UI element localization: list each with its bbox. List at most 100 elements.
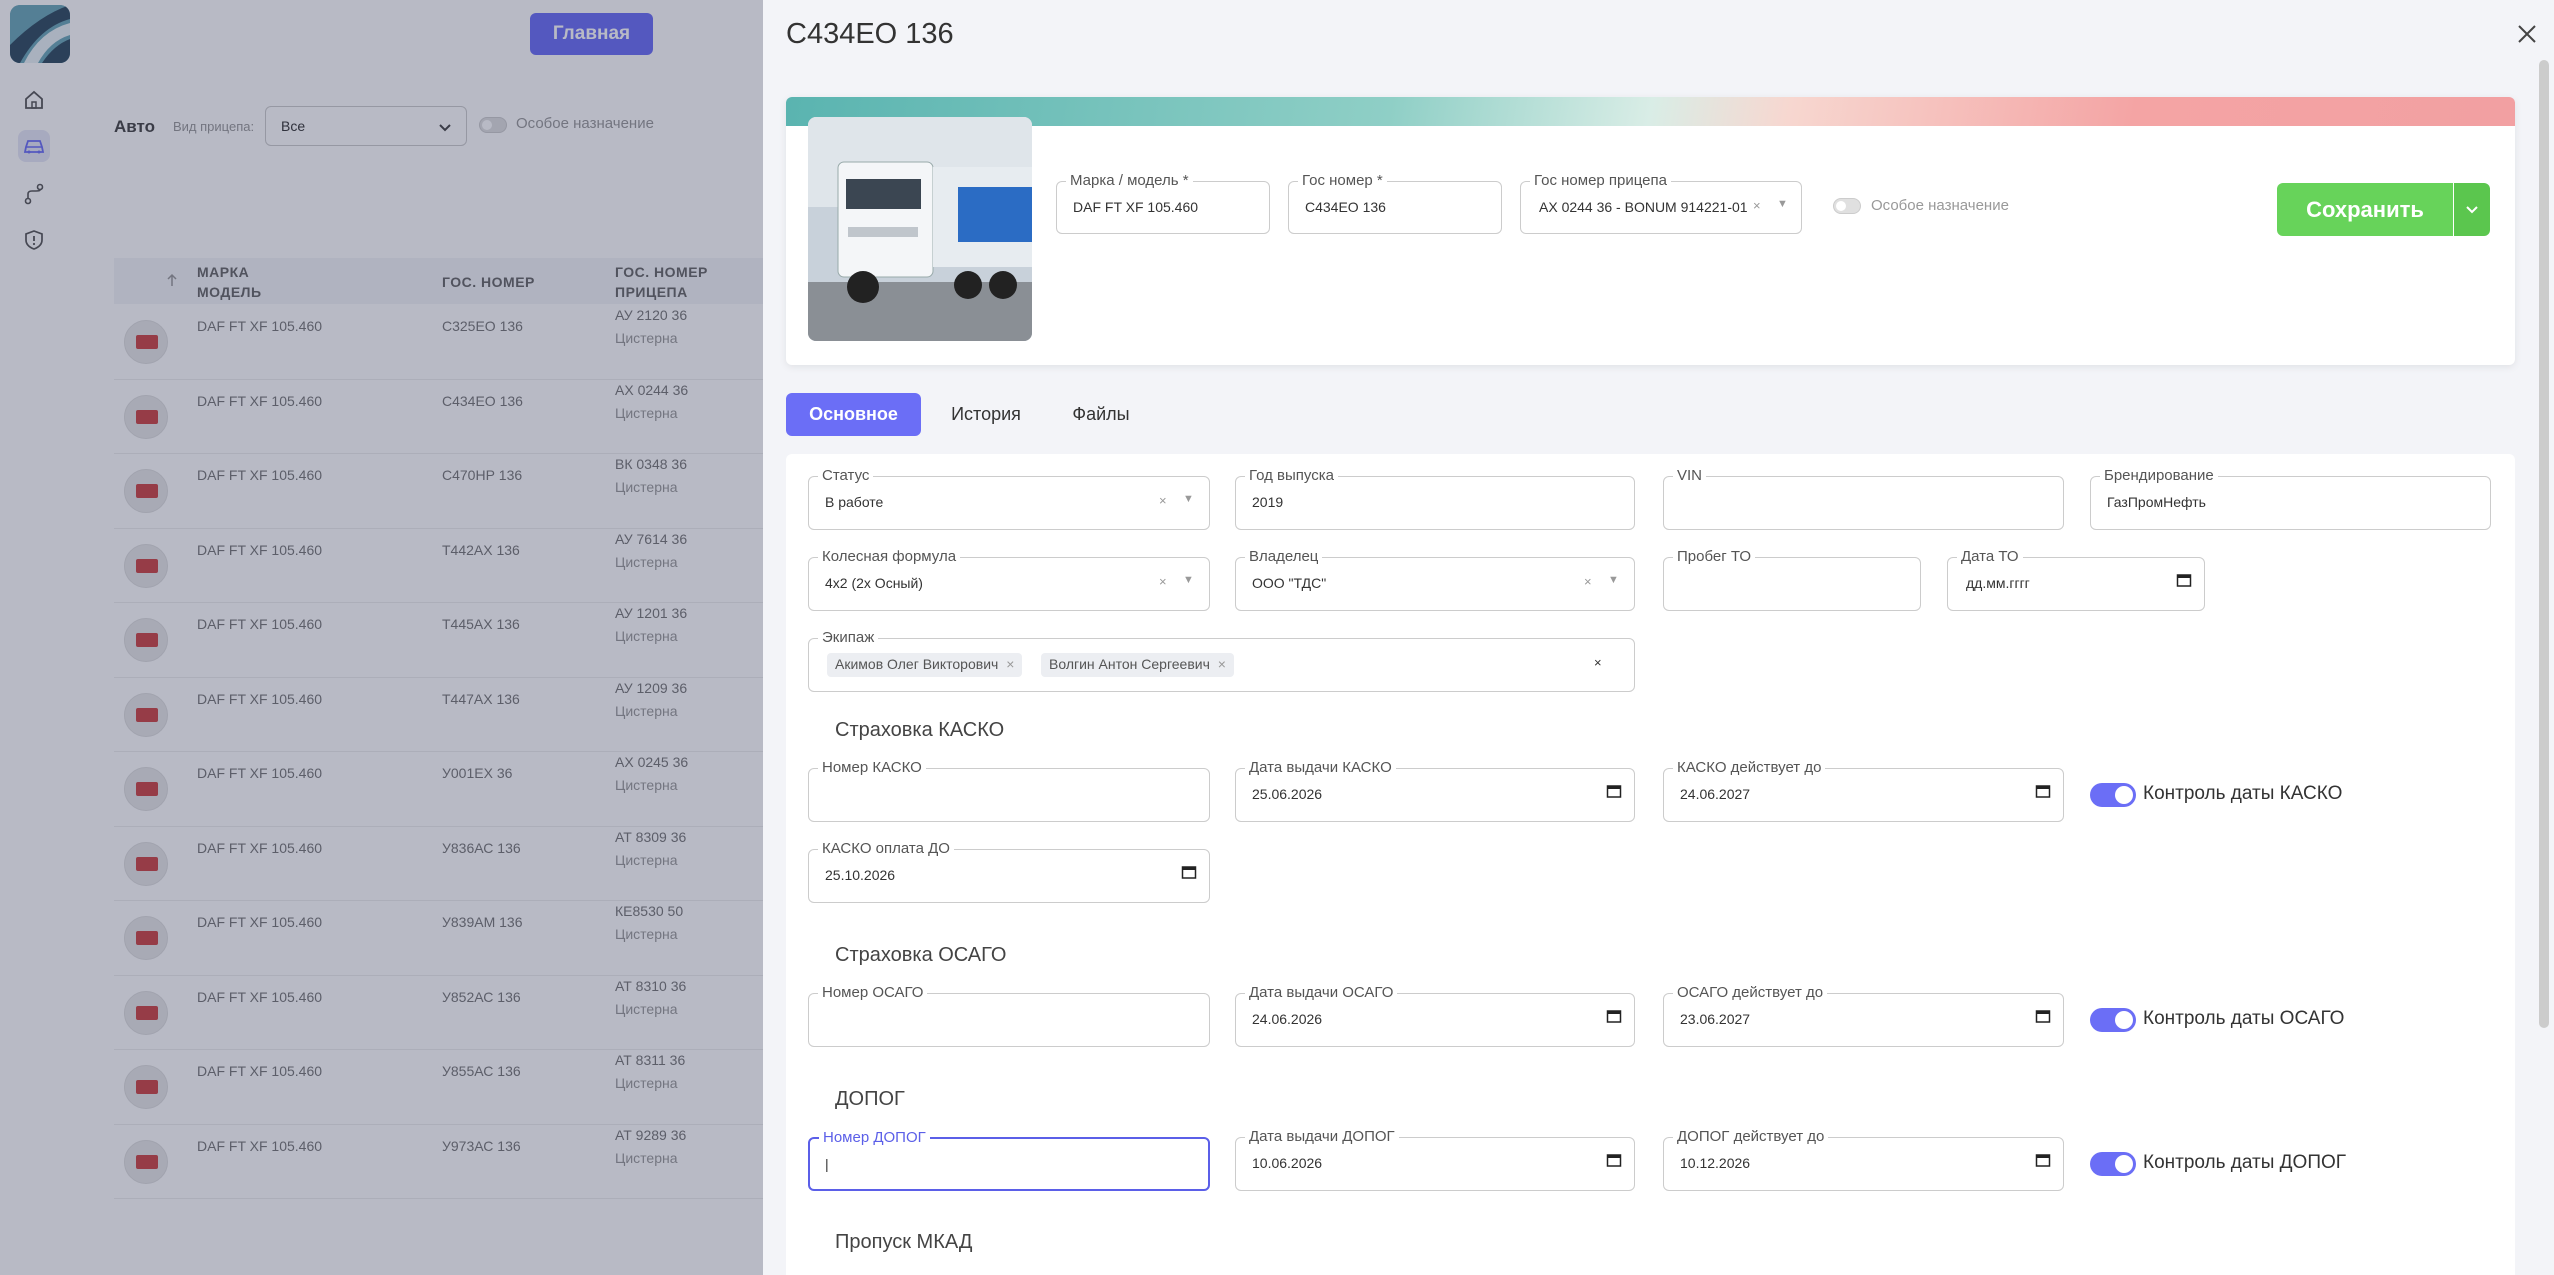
kasko-issue-date-field[interactable]: Дата выдачи КАСКО 25.06.2026 — [1235, 759, 1635, 822]
vehicle-drawer: С434ЕО 136 Марка / модель * DAF FT XF 10… — [763, 0, 2554, 1275]
kasko-section-title: Страховка КАСКО — [835, 719, 1005, 741]
crew-chip[interactable]: Акимов Олег Викторович × — [827, 653, 1023, 677]
clear-icon[interactable]: × — [1753, 198, 1761, 213]
date-to-value: дд.мм.гггг — [1966, 575, 2030, 591]
kasko-paid-until-field[interactable]: КАСКО оплата ДО 25.10.2026 — [808, 840, 1210, 903]
main-form: Статус В работе × ▼ Год выпуска 2019 VIN… — [786, 454, 2515, 1275]
remove-icon[interactable]: × — [1006, 656, 1014, 672]
save-dropdown-button[interactable] — [2454, 183, 2490, 236]
calendar-icon[interactable] — [2035, 1152, 2053, 1170]
calendar-icon[interactable] — [1181, 864, 1199, 882]
trailer-plate-select[interactable]: Гос номер прицепа АХ 0244 36 - BONUM 914… — [1520, 172, 1802, 234]
crew-select[interactable]: Экипаж Акимов Олег Викторович × Волгин А… — [808, 629, 1635, 692]
year-value: 2019 — [1252, 494, 1284, 510]
status-select[interactable]: Статус В работе × ▼ — [808, 467, 1210, 530]
remove-icon[interactable]: × — [1218, 656, 1226, 672]
crew-member-name: Акимов Олег Викторович — [835, 656, 999, 672]
wheel-formula-label: Колесная формула — [818, 548, 961, 566]
vin-label: VIN — [1673, 467, 1707, 485]
trailer-plate-label: Гос номер прицепа — [1530, 172, 1671, 190]
tab-files[interactable]: Файлы — [1051, 393, 1151, 436]
dopog-control-label: Контроль даты ДОПОГ — [2143, 1152, 2347, 1173]
plate-field[interactable]: Гос номер * С434ЕО 136 — [1288, 172, 1502, 234]
branding-field[interactable]: Брендирование ГазПромНефть — [2090, 467, 2491, 530]
year-field[interactable]: Год выпуска 2019 — [1235, 467, 1635, 530]
wheel-formula-value: 4x2 (2х Осный) — [825, 575, 923, 591]
wheel-formula-select[interactable]: Колесная формула 4x2 (2х Осный) × ▼ — [808, 548, 1210, 611]
kasko-paid-until-value: 25.10.2026 — [825, 867, 896, 883]
special-purpose-toggle-drawer[interactable] — [1833, 198, 1861, 214]
osago-valid-until-value: 23.06.2027 — [1680, 1011, 1751, 1027]
crew-member-name: Волгин Антон Сергеевич — [1049, 656, 1210, 672]
tab-main[interactable]: Основное — [786, 393, 921, 436]
osago-number-label: Номер ОСАГО — [818, 984, 928, 1002]
plate-label: Гос номер * — [1298, 172, 1387, 190]
tab-history[interactable]: История — [931, 393, 1041, 436]
owner-value: ООО "ТДС" — [1252, 575, 1327, 591]
special-purpose-label-drawer: Особое назначение — [1871, 197, 2009, 214]
plate-value: С434ЕО 136 — [1305, 199, 1386, 215]
dopog-valid-until-field[interactable]: ДОПОГ действует до 10.12.2026 — [1663, 1128, 2064, 1191]
kasko-valid-until-value: 24.06.2027 — [1680, 786, 1751, 802]
date-to-label: Дата ТО — [1957, 548, 2023, 566]
status-label: Статус — [818, 467, 874, 485]
osago-number-field[interactable]: Номер ОСАГО — [808, 984, 1210, 1047]
osago-control-toggle[interactable] — [2090, 1008, 2136, 1032]
caret-down-icon[interactable]: ▼ — [1183, 493, 1194, 505]
clear-icon[interactable]: × — [1159, 574, 1167, 589]
dopog-valid-until-value: 10.12.2026 — [1680, 1155, 1751, 1171]
date-to-field[interactable]: Дата ТО дд.мм.гггг — [1947, 548, 2205, 611]
mkad-section-title: Пропуск МКАД — [835, 1231, 973, 1253]
kasko-issue-date-label: Дата выдачи КАСКО — [1245, 759, 1396, 777]
calendar-icon[interactable] — [2035, 1008, 2053, 1026]
osago-issue-date-field[interactable]: Дата выдачи ОСАГО 24.06.2026 — [1235, 984, 1635, 1047]
kasko-number-field[interactable]: Номер КАСКО — [808, 759, 1210, 822]
dopog-issue-date-value: 10.06.2026 — [1252, 1155, 1323, 1171]
mileage-to-label: Пробег ТО — [1673, 548, 1756, 566]
dopog-issue-date-field[interactable]: Дата выдачи ДОПОГ 10.06.2026 — [1235, 1128, 1635, 1191]
osago-issue-date-value: 24.06.2026 — [1252, 1011, 1323, 1027]
brand-model-field[interactable]: Марка / модель * DAF FT XF 105.460 — [1056, 172, 1270, 234]
kasko-paid-until-label: КАСКО оплата ДО — [818, 840, 954, 858]
crew-chip[interactable]: Волгин Антон Сергеевич × — [1041, 653, 1234, 677]
calendar-icon[interactable] — [2176, 572, 2194, 590]
modal-backdrop[interactable] — [0, 0, 763, 1275]
osago-section-title: Страховка ОСАГО — [835, 944, 1007, 966]
osago-issue-date-label: Дата выдачи ОСАГО — [1245, 984, 1398, 1002]
calendar-icon[interactable] — [2035, 783, 2053, 801]
calendar-icon[interactable] — [1606, 783, 1624, 801]
drawer-title: С434ЕО 136 — [786, 18, 954, 50]
caret-down-icon[interactable]: ▼ — [1183, 574, 1194, 586]
osago-valid-until-field[interactable]: ОСАГО действует до 23.06.2027 — [1663, 984, 2064, 1047]
clear-icon[interactable]: × — [1159, 493, 1167, 508]
scrollbar[interactable] — [2539, 60, 2549, 1028]
kasko-control-toggle[interactable] — [2090, 783, 2136, 807]
caret-down-icon[interactable]: ▼ — [1777, 198, 1788, 210]
osago-control-label: Контроль даты ОСАГО — [2143, 1008, 2345, 1029]
dopog-number-field[interactable]: Номер ДОПОГ | — [808, 1129, 1210, 1191]
vin-field[interactable]: VIN — [1663, 467, 2064, 530]
mileage-to-field[interactable]: Пробег ТО — [1663, 548, 1921, 611]
clear-icon[interactable]: × — [1584, 574, 1592, 589]
trailer-plate-value: АХ 0244 36 - BONUM 914221-01 — [1539, 199, 1748, 215]
close-icon[interactable] — [2515, 22, 2539, 46]
branding-value: ГазПромНефть — [2107, 494, 2206, 510]
header-gradient-band — [786, 97, 2515, 126]
vehicle-photo[interactable] — [808, 117, 1032, 341]
kasko-control-label: Контроль даты КАСКО — [2143, 783, 2343, 804]
owner-select[interactable]: Владелец ООО "ТДС" × ▼ — [1235, 548, 1635, 611]
calendar-icon[interactable] — [1606, 1152, 1624, 1170]
brand-model-label: Марка / модель * — [1066, 172, 1193, 190]
caret-down-icon[interactable]: ▼ — [1608, 574, 1619, 586]
dopog-number-value: | — [825, 1156, 829, 1172]
status-value: В работе — [825, 494, 884, 510]
kasko-valid-until-label: КАСКО действует до — [1673, 759, 1826, 777]
save-button[interactable]: Сохранить — [2277, 183, 2453, 236]
kasko-number-label: Номер КАСКО — [818, 759, 926, 777]
dopog-control-toggle[interactable] — [2090, 1152, 2136, 1176]
dopog-valid-until-label: ДОПОГ действует до — [1673, 1128, 1829, 1146]
kasko-valid-until-field[interactable]: КАСКО действует до 24.06.2027 — [1663, 759, 2064, 822]
clear-icon[interactable]: × — [1594, 655, 1602, 670]
calendar-icon[interactable] — [1606, 1008, 1624, 1026]
kasko-issue-date-value: 25.06.2026 — [1252, 786, 1323, 802]
